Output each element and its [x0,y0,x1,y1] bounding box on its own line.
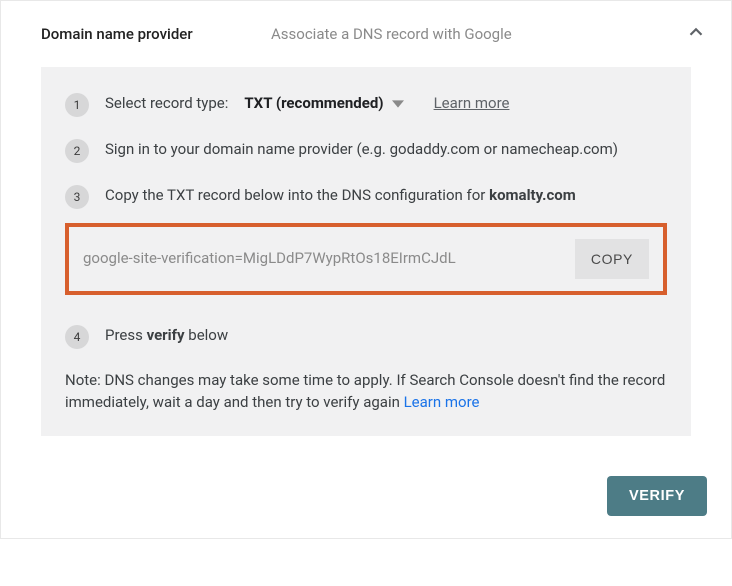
learn-more-record-type-link[interactable]: Learn more [434,93,510,115]
verification-panel: Domain name provider Associate a DNS rec… [0,0,732,539]
panel-subtitle: Associate a DNS record with Google [271,25,685,43]
step-2-text: Sign in to your domain name provider (e.… [105,139,667,161]
note-body: Note: DNS changes may take some time to … [65,371,665,412]
steps-container: 1 Select record type: TXT (recommended) … [41,67,691,436]
copy-button[interactable]: COPY [575,239,649,279]
step-2-badge: 2 [65,139,89,163]
panel-header[interactable]: Domain name provider Associate a DNS rec… [1,1,731,67]
step-1: 1 Select record type: TXT (recommended) … [65,93,667,117]
chevron-up-icon[interactable] [685,21,707,47]
txt-record-value[interactable]: google-site-verification=MigLDdP7WypRtOs… [83,248,561,270]
step-3-badge: 3 [65,185,89,209]
record-type-label: Select record type: [105,93,228,115]
step-4: 4 Press verify below [65,325,667,349]
step-4-bold: verify [147,326,185,344]
verify-button[interactable]: VERIFY [607,476,707,516]
domain-name: komalty.com [489,186,576,204]
step-4-badge: 4 [65,325,89,349]
step-4-suffix: below [185,326,229,344]
step-2: 2 Sign in to your domain name provider (… [65,139,667,163]
panel-footer: VERIFY [1,460,731,538]
record-type-select[interactable]: TXT (recommended) [244,93,403,115]
step-3: 3 Copy the TXT record below into the DNS… [65,185,667,295]
note-text: Note: DNS changes may take some time to … [65,369,667,414]
step-4-prefix: Press [105,326,147,344]
txt-record-box: google-site-verification=MigLDdP7WypRtOs… [65,223,667,295]
step-3-prefix: Copy the TXT record below into the DNS c… [105,186,489,204]
chevron-down-icon [392,98,404,110]
record-type-value: TXT (recommended) [244,93,383,115]
panel-title: Domain name provider [41,25,271,43]
learn-more-note-link[interactable]: Learn more [404,393,480,411]
step-1-badge: 1 [65,93,89,117]
